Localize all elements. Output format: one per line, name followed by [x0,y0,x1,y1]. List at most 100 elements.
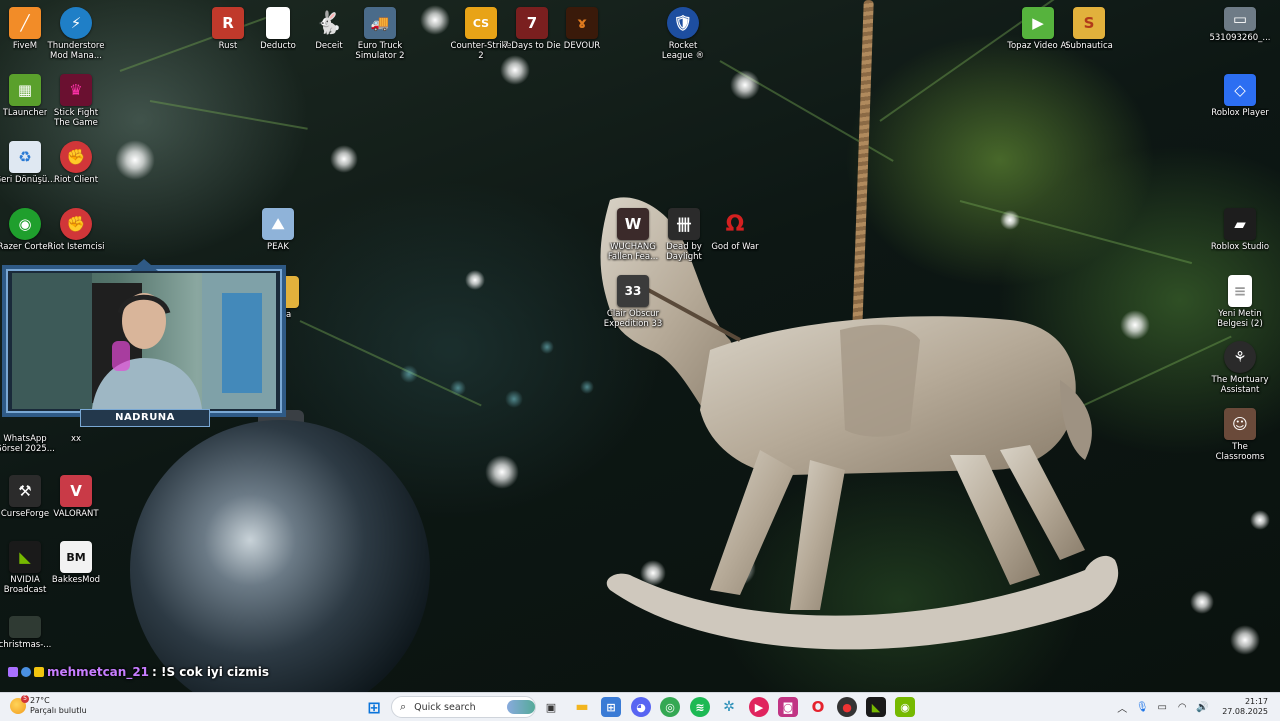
app-red-button[interactable]: ● [837,697,857,717]
desktop-icon-roblox-studio[interactable]: ▰ Roblox Studio [1209,208,1271,252]
streamer-name: NADRUNA [80,409,210,427]
weather-alert-badge: 5 [21,695,29,703]
rocking-horse-ornament [600,197,1119,650]
subnautica-icon: S [1073,7,1105,39]
discord-icon: ◕ [636,700,646,714]
topaz-icon: ▶ [1022,7,1054,39]
text-document-icon: ≡ [1228,275,1252,307]
store-icon: ⊞ [606,700,616,714]
chevron-up-icon[interactable]: ︿ [1114,699,1130,715]
desktop-icon-classrooms[interactable]: ☺ The Classrooms [1209,408,1271,462]
play-icon: ▶ [754,700,764,714]
stick-fight-icon: ♛ [60,74,92,106]
media-player-button[interactable]: ▶ [749,697,769,717]
webcam-video [12,273,276,409]
moderator-badge-icon [8,667,18,677]
weather-widget[interactable]: 5 27°C Parçalı bulutlu [10,695,87,716]
taskbar: 5 27°C Parçalı bulutlu ⊞ ⌕ ▣ ▬ ⊞ ◕ ◎ ≋ ✲… [0,692,1280,721]
devour-icon: ɤ [566,7,598,39]
folder-icon: ▬ [575,699,589,715]
desktop-icon-riot-client[interactable]: ✊ Riot Client [45,141,107,185]
volume-icon[interactable]: 🔊 [1194,699,1210,715]
store-button[interactable]: ⊞ [601,697,621,717]
chrome-icon: ◎ [665,700,675,714]
nvidia-app-button[interactable]: ◉ [895,697,915,717]
search-input[interactable] [412,700,502,714]
rust-icon: R [212,7,244,39]
blank-document-icon [266,7,290,39]
instagram-button[interactable]: ◙ [778,697,798,717]
taskview-button[interactable]: ▣ [541,697,561,717]
desktop-icon-euro-truck[interactable]: 🚚 Euro Truck Simulator 2 [349,7,411,61]
desktop-icon-christmas-image[interactable]: christmas-... [0,616,56,650]
opera-button[interactable]: O [808,697,828,717]
peak-icon: ⛰ [262,208,294,240]
desktop-icon-rocket-league[interactable]: 🛡 Rocket League ® [652,7,714,61]
monitor-icon[interactable]: ▭ [1154,699,1170,715]
desktop-icon-stick-fight[interactable]: ♛ Stick Fight The Game [45,74,107,128]
desktop-icon-thunderstore[interactable]: ⚡ Thunderstore Mod Mana... [45,7,107,61]
roblox-player-icon: ◇ [1224,74,1256,106]
desktop-icon-peak[interactable]: ⛰ PEAK [247,208,309,252]
opera-icon: O [811,698,825,716]
desktop-icon-mortuary-assistant[interactable]: ⚘ The Mortuary Assistant [1209,341,1271,395]
nvidia-broadcast-icon: ◣ [9,541,41,573]
desktop-icon-valorant[interactable]: V VALORANT [45,475,107,519]
chat-message: mehmetcan_21 : !S cok iyi cizmis [8,663,269,681]
chat-text: : !S cok iyi cizmis [152,665,270,679]
desktop-icon-subnautica[interactable]: S Subnautica [1058,7,1120,51]
weather-temp: 27°C [30,696,50,705]
rocket-league-icon: 🛡 [667,7,699,39]
curseforge-icon: ⚒ [9,475,41,507]
fivem-icon: ╱ [9,7,41,39]
spotify-button[interactable]: ≋ [690,697,710,717]
desktop-icon-riot-istemcisi[interactable]: ✊ Riot İstemcisi [45,208,107,252]
subscriber-badge-icon [34,667,44,677]
clock-date: 27.08.2025 [1222,707,1268,716]
counter-strike-icon: CS [465,7,497,39]
file-explorer-button[interactable]: ▬ [572,697,592,717]
riot-client-icon: ✊ [60,208,92,240]
wifi-icon[interactable]: ◠ [1174,699,1190,715]
wuchang-icon: W [617,208,649,240]
desktop-icon-xx[interactable]: xx [45,432,107,444]
desktop-icon-clair-obscur[interactable]: 33 Clair Obscur Expedition 33 [602,275,664,329]
spotify-icon: ≋ [695,700,705,714]
desktop-icon-bakkesmod[interactable]: BM BakkesMod [45,541,107,585]
desktop-icon-roblox-player[interactable]: ◇ Roblox Player [1209,74,1271,118]
screenshot-file-icon: ▭ [1224,7,1256,31]
truck-icon: 🚚 [364,7,396,39]
clock-time: 21:17 [1244,697,1268,706]
god-of-war-icon: Ω [725,211,745,237]
weather-sun-icon: 5 [10,695,29,714]
webcam-overlay: NADRUNA [2,259,286,427]
chrome-button[interactable]: ◎ [660,697,680,717]
search-icon: ⌕ [400,700,407,713]
razer-cortex-icon: ◉ [9,208,41,240]
search-highlight-icon [507,700,535,714]
network-icon: ✲ [723,699,735,715]
roblox-studio-icon: ▰ [1224,208,1256,240]
desktop-icon-devour[interactable]: ɤ DEVOUR [551,7,613,51]
seven-days-icon: 7 [516,7,548,39]
desktop-icon-god-of-war[interactable]: Ω God of War [704,208,766,253]
nvidia-icon: ◉ [900,700,910,714]
search-pill[interactable]: ⌕ [391,696,536,718]
start-button[interactable]: ⊞ [364,697,384,717]
clock[interactable]: 21:17 27.08.2025 [1222,697,1268,717]
network-tool-button[interactable]: ✲ [719,697,739,717]
bakkesmod-icon: BM [60,541,92,573]
app-icon: ● [842,700,852,714]
weather-desc: Parçalı bulutlu [30,706,87,715]
desktop-icon-screenshot-file[interactable]: ▭ 531093260_... [1209,7,1271,43]
microphone-icon[interactable]: 🎙 [1134,699,1150,715]
clair-obscur-icon: 33 [617,275,649,307]
verified-badge-icon [21,667,31,677]
discord-button[interactable]: ◕ [631,697,651,717]
nvidia-button[interactable]: ◣ [866,697,886,717]
recycle-bin-icon: ♻ [9,141,41,173]
classrooms-icon: ☺ [1224,408,1256,440]
valorant-icon: V [60,475,92,507]
desktop-icon-text-document[interactable]: ≡ Yeni Metin Belgesi (2) [1209,275,1271,329]
rabbit-icon: 🐇 [315,10,343,36]
